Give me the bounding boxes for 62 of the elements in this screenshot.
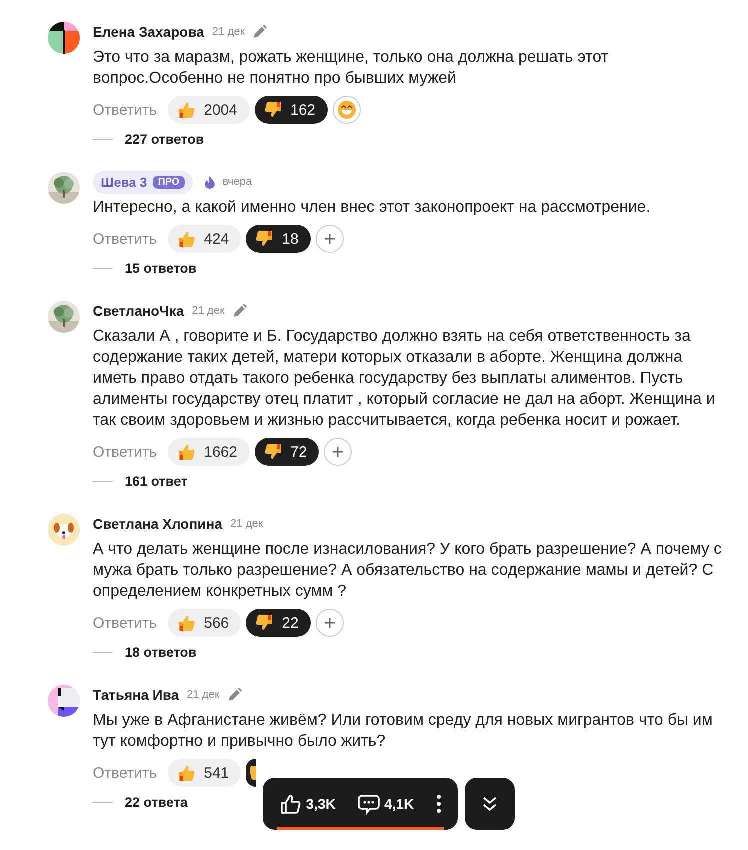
comment-text: А что делать женщине после изнасилования? У кого брать разрешение? А почему с мужа брать только разрешение? А обязательство на содержание мамы и детей? С определением конкретных сумм ? [93, 540, 723, 602]
comment-text: Интересно, а какой именно член внес этот законопроект на рассмотрение. [93, 198, 652, 218]
flame-icon [204, 176, 215, 188]
comment-date: 21 дек [230, 518, 264, 530]
scroll-down-button[interactable] [465, 778, 515, 830]
like-button[interactable]: 1662 [168, 438, 250, 466]
comment-icon [358, 793, 380, 815]
replies-link[interactable]: 15 ответов [125, 261, 197, 276]
replies-link[interactable]: 18 ответов [125, 645, 197, 660]
dog-avatar-icon [48, 514, 80, 546]
comment-text: Мы уже в Афганистане живём? Или готовим среду для новых мигрантов что бы им тут комфортно и привычно было жить? [93, 711, 714, 752]
dislike-button[interactable]: 72 [254, 438, 320, 466]
add-reaction-button[interactable] [316, 609, 344, 637]
author-name[interactable]: Шева 3 [101, 174, 148, 190]
like-button[interactable]: 2004 [168, 96, 250, 124]
author-chip[interactable]: Шева 3 ПРО [93, 170, 193, 194]
like-button[interactable]: 541 [168, 759, 242, 787]
dislike-button[interactable]: 162 [254, 96, 328, 124]
replies-link[interactable]: 161 ответ [125, 474, 188, 489]
dislike-button[interactable] [246, 759, 256, 787]
plus-icon [332, 446, 344, 458]
like-button[interactable]: 566 [168, 609, 242, 637]
thumbs-up-icon [176, 613, 198, 633]
add-reaction-button[interactable] [316, 225, 344, 253]
dislike-button[interactable]: 18 [246, 225, 311, 253]
like-button[interactable]: 424 [168, 225, 242, 253]
author-name[interactable]: СветланоЧка [93, 303, 184, 319]
like-button[interactable]: 3,3K [278, 793, 338, 815]
comment-text: Сказали А , говорите и Б. Государство должно взять на себя ответственность за содержание таких детей, матери которых отказали в аборте. Женщина должна иметь право отдать такого ребенка государству без выплаты алиментов. Пусть алименты государству отец платит , который согласие не дал на аборт. Женщина и так своим здоровьем и жизнью рассчитывается, когда ребенка носит и рожает. [93, 327, 716, 431]
more-icon [436, 795, 441, 813]
author-name[interactable]: Светлана Хлопина [93, 516, 223, 532]
author-name[interactable]: Татьяна Ива [93, 687, 180, 703]
pencil-icon [253, 25, 268, 39]
dislike-button[interactable]: 22 [246, 609, 311, 637]
comment-date: 21 дек [187, 689, 220, 701]
thumbs-down-icon [262, 100, 284, 120]
thumbs-up-icon [176, 442, 198, 462]
thumbs-up-icon [176, 100, 198, 120]
comment-date: вчера [222, 176, 252, 188]
replies-link[interactable]: 22 ответа [125, 795, 188, 810]
double-chevron-icon [482, 796, 498, 812]
thumbs-up-icon [280, 793, 302, 815]
thumbs-down-icon [262, 442, 284, 462]
pro-badge: ПРО [153, 176, 185, 188]
author-name[interactable]: Елена Захарова [93, 24, 204, 40]
avatar-icon [48, 685, 80, 717]
pencil-icon [228, 688, 242, 702]
more-button[interactable] [434, 795, 443, 813]
thumbs-up-icon [176, 229, 198, 249]
thumbs-down-icon [250, 766, 256, 780]
comment-date: 21 дек [192, 305, 225, 317]
pencil-icon [232, 304, 247, 318]
comments-button[interactable]: 4,1K [356, 793, 416, 815]
comment-date: 21 дек [212, 26, 246, 38]
plus-icon [324, 233, 336, 245]
avatar-icon [48, 22, 80, 54]
thumbs-up-icon [176, 763, 198, 783]
grin-icon [336, 100, 357, 120]
plus-icon [324, 617, 336, 629]
replies-link[interactable]: 227 ответов [125, 132, 204, 147]
add-reaction-button[interactable] [324, 438, 352, 466]
comment-text: Это что за маразм, рожать женщине, только она должна решать этот вопрос.Особенно не понятно про бывших мужей [93, 48, 610, 89]
